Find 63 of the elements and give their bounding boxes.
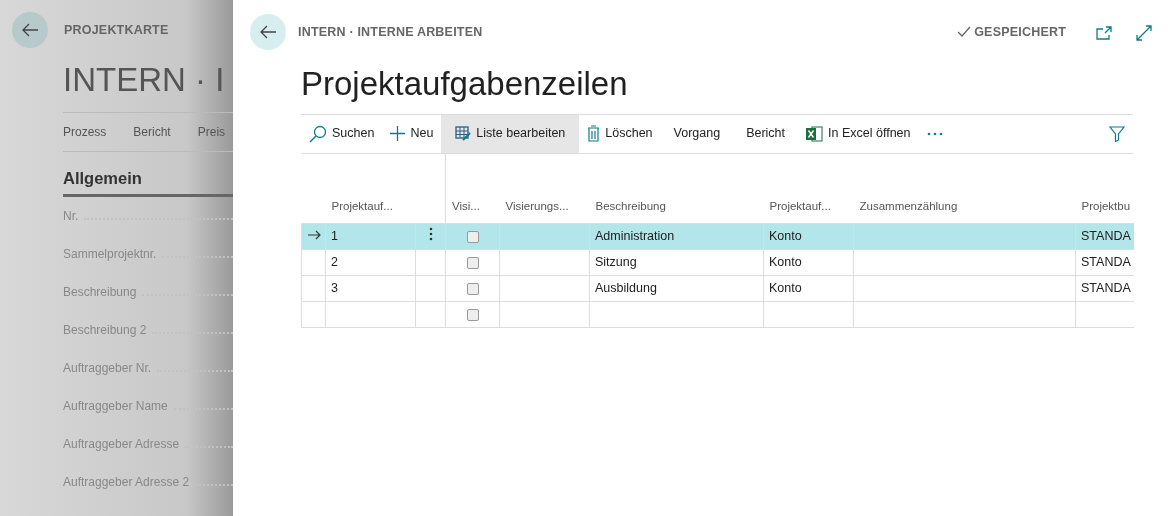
checkbox[interactable] xyxy=(466,308,479,321)
toolbar-button[interactable]: Neu xyxy=(382,114,442,153)
column-header[interactable]: Projektbu xyxy=(1081,199,1131,212)
table-cell: 2 xyxy=(331,255,338,270)
row-menu-icon[interactable] xyxy=(428,226,433,241)
table-cell: STANDA xyxy=(1081,281,1131,296)
column-header[interactable]: Visierungs... xyxy=(505,199,569,212)
column-header[interactable]: Beschreibung xyxy=(595,199,666,212)
checkbox[interactable] xyxy=(466,282,479,295)
checkbox[interactable] xyxy=(466,256,479,269)
field-label: Auftraggeber Name xyxy=(63,398,168,416)
back-arrow-icon[interactable] xyxy=(259,25,277,39)
field-label: Sammelprojektnr. xyxy=(63,246,157,264)
back-arrow-icon[interactable] xyxy=(21,23,39,37)
checkbox[interactable] xyxy=(466,230,479,243)
row-indicator-icon xyxy=(307,230,321,241)
table-row[interactable]: 2 Sitzung Konto STANDA xyxy=(301,249,1134,276)
table-cell: STANDA xyxy=(1081,229,1131,244)
page-caption: INTERN · INTERNE ARBEITEN xyxy=(298,23,483,41)
page-title: INTERN · I xyxy=(63,60,226,100)
column-header[interactable]: Visi... xyxy=(452,199,480,212)
field-label: Nr. xyxy=(63,208,79,226)
table-cell: 3 xyxy=(331,281,338,296)
table-cell: Konto xyxy=(769,255,802,270)
field-label: Auftraggeber Adresse 2 xyxy=(63,474,190,492)
field-label: Auftraggeber Adresse xyxy=(63,436,180,454)
table-cell: Ausbildung xyxy=(595,281,657,296)
toolbar-button[interactable]: Löschen xyxy=(579,114,661,153)
field-label: Beschreibung xyxy=(63,284,137,302)
table-cell: Konto xyxy=(769,281,802,296)
table-cell: Sitzung xyxy=(595,255,637,270)
toolbar-button[interactable]: Suchen xyxy=(301,114,383,153)
table-row[interactable]: 1 Administration Konto STANDA xyxy=(301,223,1134,250)
toolbar-button[interactable]: Vorgang xyxy=(660,114,734,153)
pop-out-icon[interactable] xyxy=(1096,23,1112,41)
toolbar-button[interactable]: In Excel öffnen xyxy=(798,114,919,153)
action-menu-item[interactable]: Prozess xyxy=(63,122,107,141)
toolbar-button[interactable]: Bericht xyxy=(733,114,799,153)
trash-icon xyxy=(587,125,601,143)
page-caption: PROJEKTKARTE xyxy=(64,21,169,39)
column-header[interactable]: Projektauf... xyxy=(769,199,831,212)
table-cell: STANDA xyxy=(1081,255,1131,270)
back-button[interactable] xyxy=(250,14,286,50)
column-header[interactable]: Projektauf... xyxy=(331,199,393,212)
table-row[interactable]: 3 Ausbildung Konto STANDA xyxy=(301,275,1134,302)
search-icon xyxy=(309,124,327,143)
table-cell: 1 xyxy=(331,229,338,244)
column-header[interactable]: Zusammenzählung xyxy=(859,199,958,212)
toolbar-button[interactable]: Liste bearbeiten xyxy=(441,114,580,153)
excel-icon xyxy=(806,125,824,142)
table-cell: Konto xyxy=(769,229,802,244)
page-title: Projektaufgabenzeilen xyxy=(301,64,629,104)
back-button[interactable] xyxy=(12,12,48,48)
field-label: Auftraggeber Nr. xyxy=(63,360,152,378)
action-menu-item[interactable]: Preis xyxy=(197,122,226,141)
plus-icon xyxy=(390,126,406,142)
table-cell: Administration xyxy=(595,229,675,244)
expand-icon[interactable] xyxy=(1136,23,1152,41)
edit-list-icon xyxy=(455,126,472,142)
field-label: Beschreibung 2 xyxy=(63,322,147,340)
action-menu-item[interactable]: Bericht xyxy=(133,122,171,141)
checkmark-icon xyxy=(957,26,972,38)
saved-status: GESPEICHERT xyxy=(957,22,1066,42)
